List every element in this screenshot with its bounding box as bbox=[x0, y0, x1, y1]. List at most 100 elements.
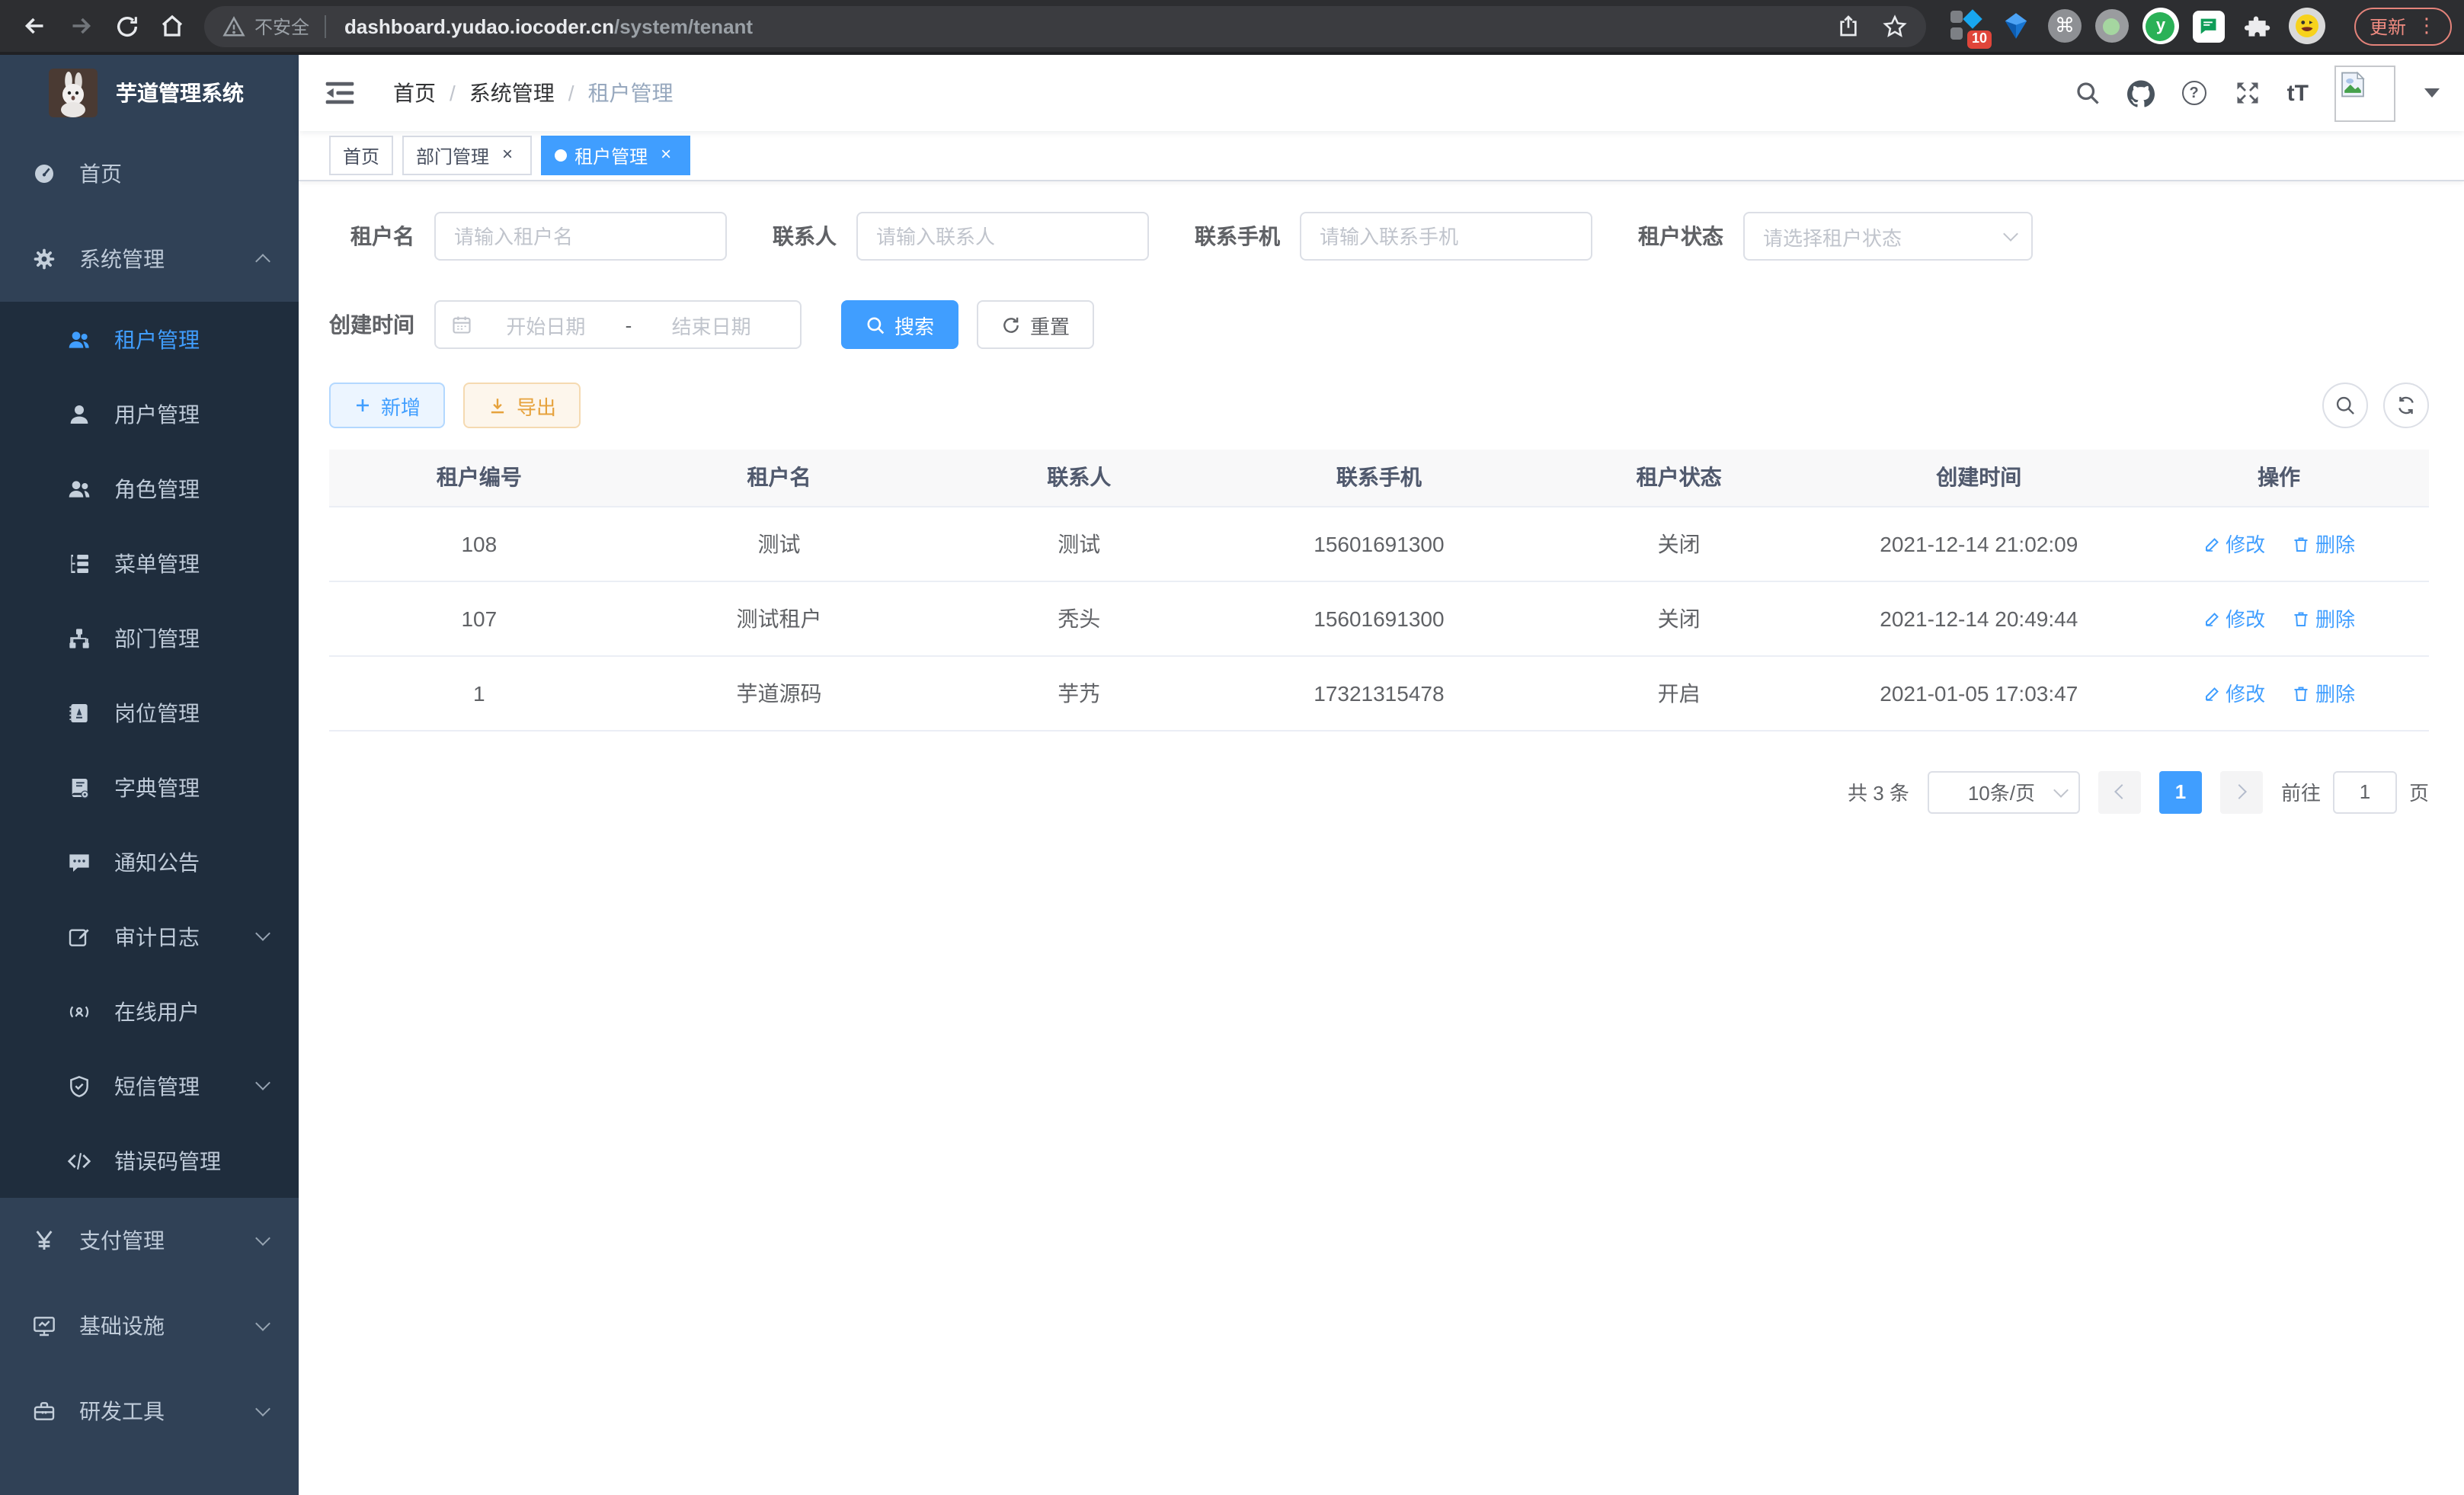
filter-mobile: 联系手机 bbox=[1195, 212, 1592, 261]
extension-y-icon[interactable]: y bbox=[2142, 8, 2179, 44]
breadcrumb-system[interactable]: 系统管理 bbox=[469, 78, 555, 108]
sms-shield-icon bbox=[67, 1074, 91, 1098]
sidebar-item-online[interactable]: 在线用户 bbox=[0, 974, 299, 1048]
forward-icon[interactable] bbox=[58, 3, 104, 49]
filter-create-time: 创建时间 开始日期 - 结束日期 bbox=[329, 300, 802, 349]
avatar[interactable] bbox=[2334, 65, 2395, 121]
extension-chat-icon[interactable] bbox=[2193, 10, 2225, 42]
extension-puzzle-icon[interactable] bbox=[2238, 8, 2275, 44]
tenant-name-input[interactable] bbox=[434, 212, 727, 261]
home-icon[interactable] bbox=[149, 3, 195, 49]
mobile-input[interactable] bbox=[1300, 212, 1592, 261]
reload-icon[interactable] bbox=[104, 3, 149, 49]
url-bar[interactable]: 不安全 dashboard.yudao.iocoder.cn /system/t… bbox=[204, 5, 1926, 46]
sidebar-item-dept[interactable]: 部门管理 bbox=[0, 600, 299, 675]
help-icon[interactable]: ? bbox=[2181, 79, 2208, 107]
share-icon[interactable] bbox=[1836, 14, 1861, 38]
tag-dept[interactable]: 部门管理 × bbox=[402, 136, 532, 175]
avatar-dropdown-caret-icon[interactable] bbox=[2424, 88, 2440, 98]
delete-icon bbox=[2293, 534, 2311, 552]
update-button[interactable]: 更新 ⋮ bbox=[2354, 7, 2452, 45]
status-select[interactable]: 请选择租户状态 bbox=[1743, 212, 2033, 261]
more-menu-icon[interactable]: ⋮ bbox=[2417, 14, 2437, 38]
star-icon[interactable] bbox=[1882, 13, 1908, 39]
extension-dot-icon[interactable] bbox=[2095, 9, 2129, 43]
online-users-icon bbox=[67, 999, 91, 1023]
breadcrumb-home[interactable]: 首页 bbox=[393, 78, 436, 108]
start-date-placeholder[interactable]: 开始日期 bbox=[472, 310, 619, 339]
browser-toolbar: 不安全 dashboard.yudao.iocoder.cn /system/t… bbox=[0, 0, 2464, 55]
magnifier-icon bbox=[866, 315, 885, 335]
tag-views-bar: 首页 部门管理 × 租户管理 × bbox=[299, 131, 2464, 181]
tenant-page: 租户名 联系人 联系手机 租户状态 请选择租户状态 bbox=[299, 181, 2464, 1495]
search-icon[interactable] bbox=[2074, 79, 2101, 107]
refresh-table-button[interactable] bbox=[2383, 383, 2429, 428]
delete-link[interactable]: 删除 bbox=[2293, 529, 2355, 558]
back-icon[interactable] bbox=[12, 3, 58, 49]
refresh-icon bbox=[2395, 395, 2417, 416]
table-row: 108 测试 测试 15601691300 关闭 2021-12-14 21:0… bbox=[329, 506, 2429, 581]
reset-button[interactable]: 重置 bbox=[977, 300, 1094, 349]
app-logo[interactable]: 芋道管理系统 bbox=[0, 55, 299, 131]
add-button[interactable]: 新增 bbox=[329, 383, 445, 428]
chevron-right-icon bbox=[2232, 784, 2247, 799]
fullscreen-icon[interactable] bbox=[2234, 79, 2261, 107]
filter-row-2: 创建时间 开始日期 - 结束日期 搜索 重置 bbox=[329, 300, 2429, 349]
delete-link[interactable]: 删除 bbox=[2293, 678, 2355, 707]
chevron-down-icon bbox=[2003, 226, 2018, 242]
next-page-button[interactable] bbox=[2220, 770, 2263, 813]
extensions-area: 10 ⌘ y 更新 ⋮ bbox=[1947, 7, 2452, 45]
table-header-row: 租户编号 租户名 联系人 联系手机 租户状态 创建时间 操作 bbox=[329, 450, 2429, 506]
page-number-current[interactable]: 1 bbox=[2159, 770, 2202, 813]
extension-blocks-icon[interactable]: 10 bbox=[1947, 8, 1984, 44]
close-icon[interactable]: × bbox=[497, 145, 518, 166]
tag-home[interactable]: 首页 bbox=[329, 136, 393, 175]
github-icon[interactable] bbox=[2127, 79, 2155, 107]
extension-command-icon[interactable]: ⌘ bbox=[2048, 9, 2082, 43]
filter-row-1: 租户名 联系人 联系手机 租户状态 请选择租户状态 bbox=[329, 212, 2429, 261]
contact-input[interactable] bbox=[856, 212, 1149, 261]
breadcrumb: 首页 / 系统管理 / 租户管理 bbox=[393, 78, 674, 108]
edit-link[interactable]: 修改 bbox=[2203, 529, 2265, 558]
sidebar-item-user[interactable]: 用户管理 bbox=[0, 376, 299, 451]
tag-tenant[interactable]: 租户管理 × bbox=[541, 136, 690, 175]
table-row: 1 芋道源码 芋艿 17321315478 开启 2021-01-05 17:0… bbox=[329, 655, 2429, 730]
delete-link[interactable]: 删除 bbox=[2293, 603, 2355, 632]
show-search-button[interactable] bbox=[2322, 383, 2368, 428]
sidebar-item-menu[interactable]: 菜单管理 bbox=[0, 526, 299, 600]
chevron-down-icon bbox=[255, 1316, 270, 1331]
breadcrumb-current: 租户管理 bbox=[588, 78, 674, 108]
extension-gem-icon[interactable] bbox=[1998, 8, 2034, 44]
sidebar-item-dict[interactable]: 字典管理 bbox=[0, 750, 299, 824]
extension-emoji-icon[interactable] bbox=[2289, 8, 2325, 44]
sidebar-item-tenant[interactable]: 租户管理 bbox=[0, 302, 299, 376]
edit-link[interactable]: 修改 bbox=[2203, 678, 2265, 707]
collapse-sidebar-icon[interactable] bbox=[323, 76, 357, 110]
goto-page-input[interactable] bbox=[2333, 770, 2397, 813]
export-button[interactable]: 导出 bbox=[463, 383, 581, 428]
sidebar-item-errorcode[interactable]: 错误码管理 bbox=[0, 1123, 299, 1198]
date-range-picker[interactable]: 开始日期 - 结束日期 bbox=[434, 300, 802, 349]
edit-link[interactable]: 修改 bbox=[2203, 603, 2265, 632]
end-date-placeholder[interactable]: 结束日期 bbox=[638, 310, 785, 339]
font-size-icon[interactable]: tT bbox=[2287, 80, 2309, 106]
delete-icon bbox=[2293, 683, 2311, 702]
sidebar-item-home[interactable]: 首页 bbox=[0, 131, 299, 216]
page-size-select[interactable]: 10条/页 bbox=[1928, 770, 2080, 813]
sidebar-item-post[interactable]: 岗位管理 bbox=[0, 675, 299, 750]
close-icon[interactable]: × bbox=[655, 145, 677, 166]
sidebar-item-devtool[interactable]: 研发工具 bbox=[0, 1369, 299, 1454]
sidebar-item-notice[interactable]: 通知公告 bbox=[0, 824, 299, 899]
status-text: 关闭 bbox=[1529, 506, 1829, 581]
sidebar-item-sms[interactable]: 短信管理 bbox=[0, 1048, 299, 1123]
user-icon bbox=[67, 402, 91, 426]
chevron-down-icon bbox=[2053, 782, 2069, 797]
search-button[interactable]: 搜索 bbox=[841, 300, 958, 349]
prev-page-button[interactable] bbox=[2098, 770, 2141, 813]
sidebar-item-pay[interactable]: 支付管理 bbox=[0, 1198, 299, 1283]
sidebar-item-infra[interactable]: 基础设施 bbox=[0, 1283, 299, 1369]
sidebar-item-system[interactable]: 系统管理 bbox=[0, 216, 299, 302]
sidebar-item-role[interactable]: 角色管理 bbox=[0, 451, 299, 526]
sidebar-item-auditlog[interactable]: 审计日志 bbox=[0, 899, 299, 974]
security-label[interactable]: 不安全 bbox=[254, 13, 309, 39]
